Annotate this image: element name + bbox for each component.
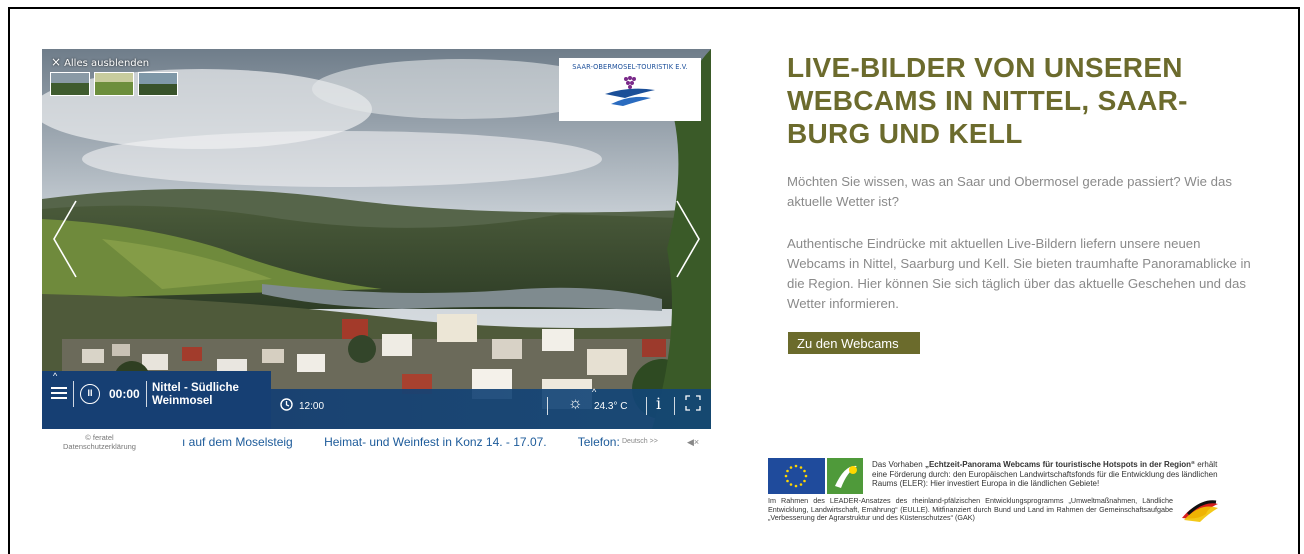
info-icon[interactable]: i [656,394,661,413]
elapsed-time: 00:00 [109,387,140,401]
webcam-thumbnail[interactable] [138,72,178,96]
language-selector[interactable]: Deutsch >> [622,438,658,445]
fullscreen-icon[interactable] [685,395,701,411]
webcams-button[interactable]: Zu den Webcams [788,332,920,354]
divider [547,397,548,415]
webcam-thumbnails [50,72,178,96]
player-footer: © feratel Datenschutzerklärung ı auf dem… [42,429,711,455]
news-ticker: ı auf dem Moselsteig Heimat- und Weinfes… [182,435,620,449]
clock-icon [280,398,293,411]
next-arrow-icon[interactable] [673,199,703,279]
chevron-up-icon[interactable]: ^ [53,371,57,381]
tourism-logo: SAAR-OBERMOSEL-TOURISTIK E.V. [559,58,701,121]
divider [73,381,74,407]
temperature: 24.3° C [594,401,628,412]
intro-paragraph: Möchten Sie wissen, was an Saar und Ober… [787,174,1232,209]
pause-icon[interactable]: II [80,384,100,404]
webcam-thumbnail[interactable] [94,72,134,96]
hide-all-button[interactable]: × Alles ausblenden [51,55,149,69]
leader-logo-icon [827,458,863,494]
webcam-thumbnail[interactable] [50,72,90,96]
webcam-player[interactable]: × Alles ausblenden SAAR-OBERMOSEL-TOURIST… [42,49,711,429]
divider [646,397,647,415]
funding-text: Das Vorhaben „Echtzeit-Panorama Webcams … [872,460,1218,488]
menu-icon[interactable] [51,386,67,400]
divider [146,381,147,407]
divider [674,397,675,415]
eu-funding-banner: Das Vorhaben „Echtzeit-Panorama Webcams … [768,456,1228,528]
close-icon: × [51,55,62,69]
feratel-copyright[interactable]: © feratel Datenschutzerklärung [57,433,142,451]
chevron-up-icon[interactable]: ^ [592,387,596,397]
eu-flag-icon [768,458,825,494]
clock-time: 12:00 [299,401,325,412]
mute-icon[interactable]: ◀× [687,437,699,448]
rlp-lion-logo-icon [1182,500,1218,522]
description-paragraph: Authentische Eindrücke mit aktuellen Liv… [787,236,1251,311]
page-title: LIVE-BILDER VON UNSEREN WEBCAMS IN NITTE… [787,52,1188,149]
location-label: Nittel - Südliche Weinmosel [152,382,239,407]
sun-cloud-icon: ☼ [568,395,583,412]
program-text: Im Rahmen des LEADER-Ansatzes des rheinl… [768,496,1173,522]
previous-arrow-icon[interactable] [50,199,80,279]
